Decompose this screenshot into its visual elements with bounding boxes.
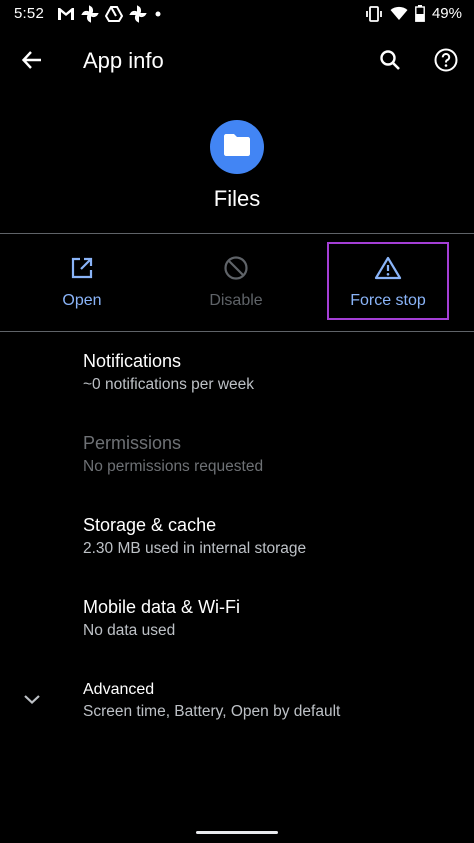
status-bar: 5:52 49% <box>0 0 474 30</box>
notification-icons <box>57 5 163 23</box>
open-label: Open <box>62 292 102 309</box>
drive-icon <box>105 6 123 22</box>
dot-icon <box>153 9 163 19</box>
list-item-summary: No data used <box>83 622 176 639</box>
mobile-data-wifi-item[interactable]: Mobile data & Wi-Fi No data used <box>0 597 474 677</box>
battery-percent: 49% <box>431 5 462 22</box>
divider <box>0 331 474 332</box>
battery-icon <box>415 5 425 22</box>
list-item-title: Permissions <box>83 433 182 453</box>
search-icon <box>379 49 401 76</box>
help-icon <box>434 48 458 77</box>
disable-label: Disable <box>209 292 263 309</box>
app-name: Files <box>213 186 261 211</box>
status-time: 5:52 <box>14 5 44 22</box>
warning-icon <box>374 256 402 285</box>
page-title: App info <box>83 48 164 73</box>
divider <box>0 233 474 234</box>
system-icons: 49% <box>365 5 462 22</box>
wifi-icon <box>390 6 408 21</box>
advanced-item[interactable]: Advanced Screen time, Battery, Open by d… <box>0 679 474 759</box>
list-item-title: Notifications <box>83 351 182 371</box>
notifications-item[interactable]: Notifications ~0 notifications per week <box>0 351 474 431</box>
app-icon <box>210 120 264 174</box>
list-item-title: Mobile data & Wi-Fi <box>83 597 241 617</box>
arrow-back-icon <box>21 49 43 76</box>
list-item-title: Advanced <box>83 681 155 698</box>
permissions-item[interactable]: Permissions No permissions requested <box>0 433 474 513</box>
gesture-nav-handle[interactable] <box>196 831 278 834</box>
list-item-summary: ~0 notifications per week <box>83 376 255 393</box>
search-button[interactable] <box>370 42 410 82</box>
vibrate-icon <box>365 5 383 22</box>
help-button[interactable] <box>426 42 466 82</box>
list-item-summary: 2.30 MB used in internal storage <box>83 540 307 557</box>
open-in-new-icon <box>70 256 94 285</box>
disable-icon <box>223 255 249 286</box>
back-button[interactable] <box>12 42 52 82</box>
force-stop-label: Force stop <box>350 292 426 309</box>
disable-button[interactable]: Disable <box>176 242 296 322</box>
chevron-down-icon <box>20 687 44 711</box>
pinwheel-icon <box>81 5 99 23</box>
list-item-title: Storage & cache <box>83 515 217 535</box>
list-item-summary: No permissions requested <box>83 458 264 475</box>
force-stop-button[interactable]: Force stop <box>327 242 449 320</box>
pinwheel-icon <box>129 5 147 23</box>
storage-cache-item[interactable]: Storage & cache 2.30 MB used in internal… <box>0 515 474 595</box>
list-item-summary: Screen time, Battery, Open by default <box>83 703 341 720</box>
gmail-icon <box>57 7 75 21</box>
open-button[interactable]: Open <box>22 242 142 322</box>
app-bar: App info <box>0 36 474 88</box>
folder-icon <box>222 133 252 162</box>
